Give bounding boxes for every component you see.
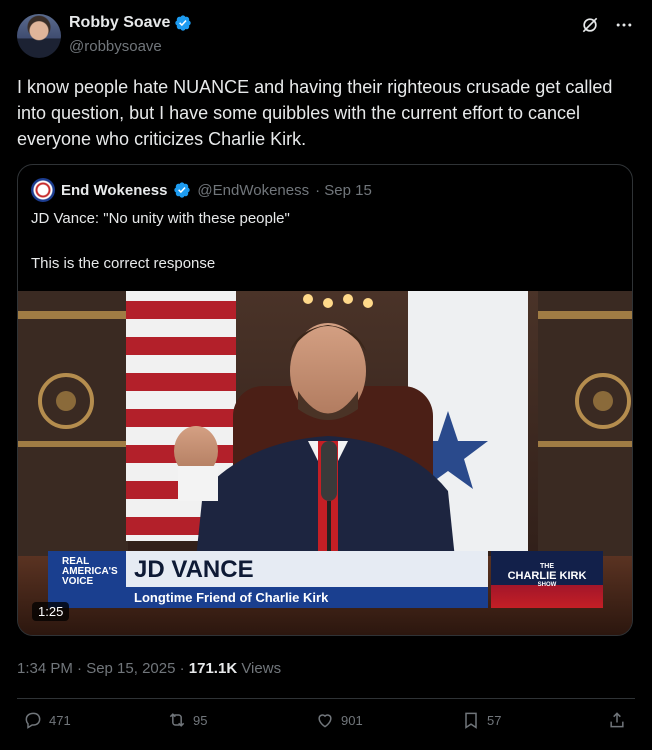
divider	[17, 698, 635, 699]
author-avatar[interactable]	[17, 14, 61, 58]
repost-icon	[169, 713, 185, 727]
action-bar: 471 95 901 57	[17, 710, 635, 738]
lower-third-subtitle: Longtime Friend of Charlie Kirk	[134, 590, 329, 605]
heart-icon	[318, 714, 332, 728]
repost-count: 95	[193, 712, 208, 728]
reply-count: 471	[49, 712, 71, 728]
subtitle-bar: Longtime Friend of Charlie Kirk	[126, 587, 488, 608]
like-button[interactable]: 901	[315, 710, 363, 730]
bookmark-button[interactable]: 57	[461, 710, 501, 730]
quoted-avatar[interactable]	[31, 178, 55, 202]
views-count: 171.1K	[188, 660, 238, 677]
repost-button[interactable]: 95	[167, 710, 207, 730]
reply-button[interactable]: 471	[23, 710, 71, 730]
show-small: THE	[540, 563, 554, 570]
quoted-tweet[interactable]: End Wokeness @EndWokeness · Sep 15 JD Va…	[17, 164, 633, 636]
quoted-text-line1: JD Vance: "No unity with these people"	[31, 210, 290, 227]
verified-badge-icon	[175, 15, 192, 31]
quoted-name[interactable]: End Wokeness	[61, 182, 167, 199]
more-options-icon[interactable]	[614, 15, 634, 35]
network-logo: REAL AMERICA'S VOICE	[48, 551, 126, 608]
show-name: CHARLIE KIRK	[507, 570, 587, 582]
quoted-handle[interactable]: @EndWokeness	[197, 182, 309, 199]
show-logo: THE CHARLIE KIRK SHOW	[491, 551, 603, 608]
views-label: Views	[237, 660, 282, 677]
quoted-text-line2: This is the correct response	[31, 255, 216, 272]
video-player[interactable]: REAL AMERICA'S VOICE JD VANCE Longtime F…	[18, 291, 632, 635]
share-button[interactable]	[607, 710, 627, 730]
author-handle[interactable]: @robbysoave	[69, 38, 162, 55]
author-name-row[interactable]: Robby Soave	[69, 14, 192, 32]
network-line3: VOICE	[62, 576, 94, 587]
quoted-date[interactable]: · Sep 15	[315, 182, 372, 199]
reply-icon	[25, 712, 41, 729]
show-suffix: SHOW	[537, 582, 557, 588]
author-name[interactable]: Robby Soave	[69, 14, 170, 32]
lower-third-name: JD VANCE	[134, 556, 254, 583]
video-duration-badge: 1:25	[32, 602, 70, 621]
tweet-meta: 1:34 PM · Sep 15, 2025 · 171.1K Views	[17, 660, 281, 677]
bookmark-icon	[465, 712, 477, 729]
name-bar: JD VANCE	[126, 551, 488, 587]
tweet-text: I know people hate NUANCE and having the…	[17, 77, 613, 149]
quoted-header: End Wokeness @EndWokeness · Sep 15	[31, 178, 372, 202]
lower-third: REAL AMERICA'S VOICE JD VANCE Longtime F…	[48, 551, 603, 608]
grok-icon[interactable]	[580, 15, 600, 35]
top-icons	[580, 15, 634, 35]
bookmark-count: 57	[487, 712, 502, 728]
share-icon	[610, 712, 624, 728]
like-count: 901	[341, 712, 363, 728]
verified-badge-icon	[174, 182, 191, 198]
tweet-timestamp[interactable]: 1:34 PM · Sep 15, 2025 ·	[17, 660, 189, 677]
